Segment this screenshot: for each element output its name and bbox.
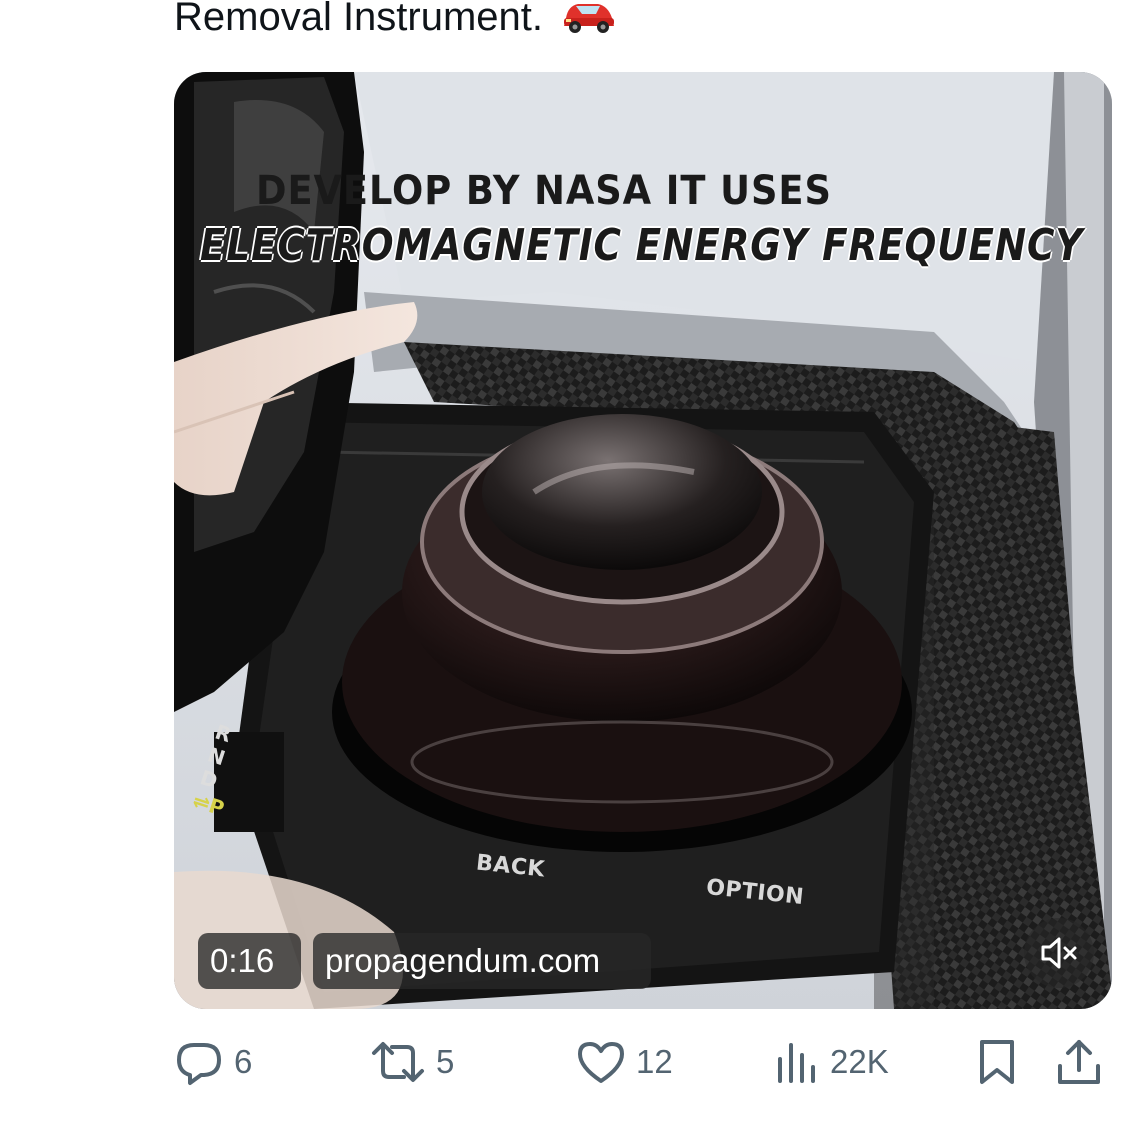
reply-count: 6 [234,1043,253,1080]
video-timestamp: 0:16 [198,933,301,989]
reply-button[interactable]: 6 [174,1034,252,1090]
video-source-link[interactable]: propagendum.com [313,933,651,989]
retweet-button[interactable]: 5 [370,1034,454,1090]
views-count: 22K [830,1043,889,1080]
like-count: 12 [636,1043,673,1080]
bar-chart-icon [778,1043,815,1083]
share-icon [1058,1040,1100,1084]
retweet-count: 5 [436,1043,455,1080]
video-caption-line1: DEVELOP BY NASA IT USES [256,168,832,214]
retweet-icon [372,1042,424,1082]
reply-icon [177,1043,221,1085]
views-button[interactable]: 22K [774,1034,889,1090]
red-car-emoji-icon [560,0,618,36]
tweet-body: Removal Instrument. [174,0,544,39]
bookmark-icon [980,1040,1014,1084]
tweet-action-bar: 6 5 12 22K [174,1034,1112,1090]
share-button[interactable] [1054,1034,1104,1090]
mute-button[interactable] [1024,918,1094,988]
like-button[interactable]: 12 [576,1034,673,1090]
heart-icon [578,1042,624,1083]
video-player[interactable]: DEVELOP BY NASA IT USES ELECTROMAGNETIC … [174,72,1112,1009]
bookmark-button[interactable] [974,1034,1020,1090]
video-caption-line2: ELECTROMAGNETIC ENERGY FREQUENCY [200,220,1084,271]
speaker-muted-icon [1041,937,1077,969]
tweet-text: Removal Instrument. [174,0,618,46]
